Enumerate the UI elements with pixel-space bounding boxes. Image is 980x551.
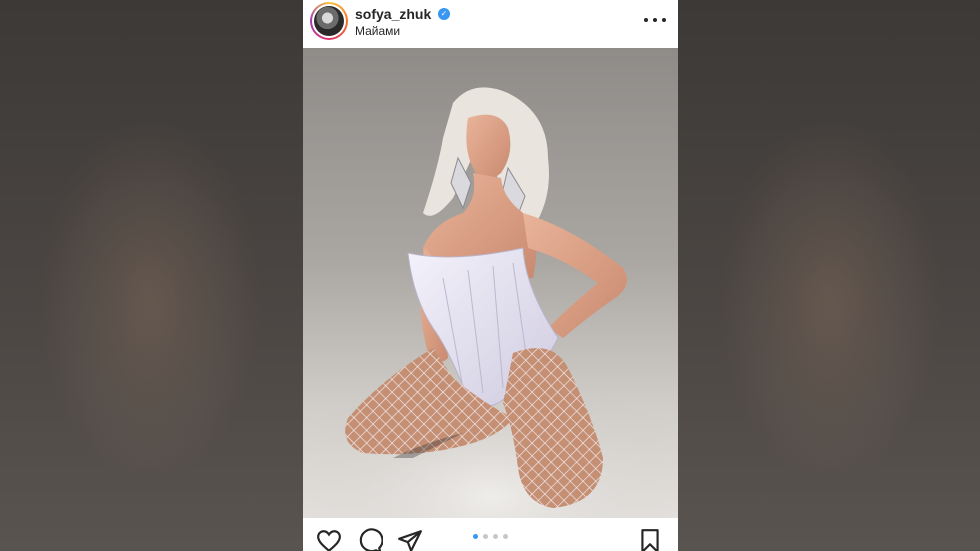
paper-plane-icon[interactable] [397, 528, 423, 551]
carousel-dot [493, 534, 498, 539]
location-link[interactable]: Майами [355, 24, 400, 38]
comment-icon[interactable] [357, 528, 383, 551]
heart-icon[interactable] [316, 528, 342, 551]
verified-badge-icon: ✓ [438, 8, 450, 20]
post-actions-bar [303, 518, 678, 551]
instagram-post: sofya_zhuk ✓ Майами [303, 0, 678, 551]
bookmark-icon[interactable] [637, 528, 663, 551]
carousel-dot [483, 534, 488, 539]
more-options-icon[interactable] [644, 12, 666, 28]
carousel-dot [473, 534, 478, 539]
avatar-image [314, 6, 344, 36]
username-link[interactable]: sofya_zhuk [355, 6, 431, 22]
carousel-indicator [473, 534, 508, 539]
avatar[interactable] [310, 2, 348, 40]
photo-illustration [303, 87, 678, 518]
carousel-dot [503, 534, 508, 539]
post-photo[interactable] [303, 48, 678, 518]
post-header: sofya_zhuk ✓ Майами [303, 0, 678, 48]
